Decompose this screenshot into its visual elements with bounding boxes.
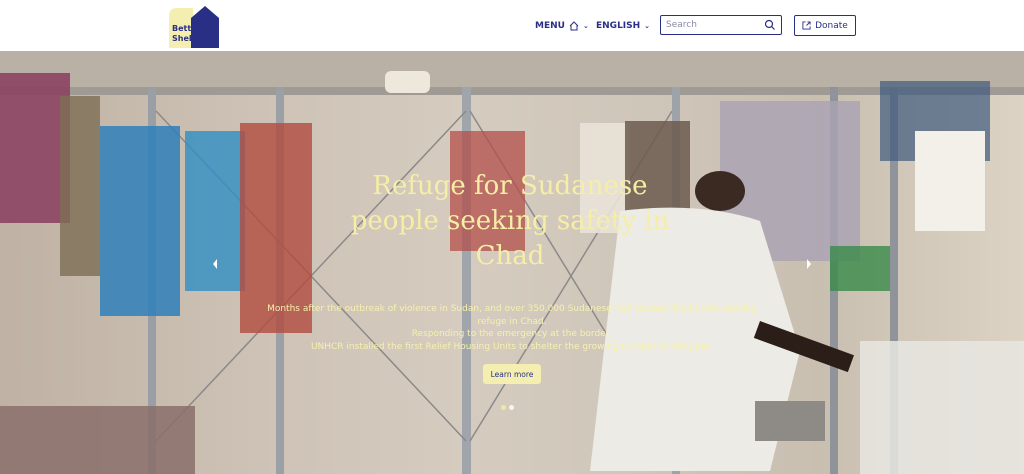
prev-slide-arrow[interactable] xyxy=(210,257,220,271)
menu-button[interactable]: MENU ⌄ xyxy=(535,0,589,51)
language-label: ENGLISH xyxy=(596,20,641,31)
donate-label: Donate xyxy=(815,20,848,31)
search-icon[interactable] xyxy=(764,19,776,31)
slide-indicators xyxy=(501,405,514,410)
hero-slider: Refuge for Sudanese people seeking safet… xyxy=(0,51,1024,474)
menu-label: MENU xyxy=(535,20,565,31)
logo[interactable]: Better Shelter xyxy=(169,4,220,48)
home-icon xyxy=(569,20,579,30)
next-slide-arrow[interactable] xyxy=(804,257,814,271)
search-input[interactable] xyxy=(666,18,761,32)
chevron-down-icon: ⌄ xyxy=(644,21,651,30)
hero-description-line: UNHCR installed the first Relief Housing… xyxy=(310,341,714,352)
site-header: Better Shelter MENU ⌄ ENGLISH ⌄ Donate xyxy=(0,0,1024,51)
learn-more-button[interactable]: Learn more xyxy=(483,364,541,384)
slide-dot[interactable] xyxy=(509,405,514,410)
chevron-down-icon: ⌄ xyxy=(582,21,589,30)
search-box[interactable] xyxy=(660,15,782,35)
chevron-right-icon xyxy=(807,259,811,269)
hero-description: Months after the outbreak of violence in… xyxy=(262,303,762,353)
donate-button[interactable]: Donate xyxy=(794,15,856,36)
slide-dot-active[interactable] xyxy=(501,405,506,410)
logo-text: Better Shelter xyxy=(172,24,205,43)
hero-description-line: refuge in Chad. xyxy=(477,316,547,327)
hero-description-line: Months after the outbreak of violence in… xyxy=(267,304,757,314)
hero-title: Refuge for Sudanese people seeking safet… xyxy=(350,171,670,271)
hero-description-line: Responding to the emergency at the borde… xyxy=(411,329,613,339)
external-link-icon xyxy=(802,21,811,30)
chevron-left-icon xyxy=(213,259,217,269)
language-selector[interactable]: ENGLISH ⌄ xyxy=(596,0,650,51)
